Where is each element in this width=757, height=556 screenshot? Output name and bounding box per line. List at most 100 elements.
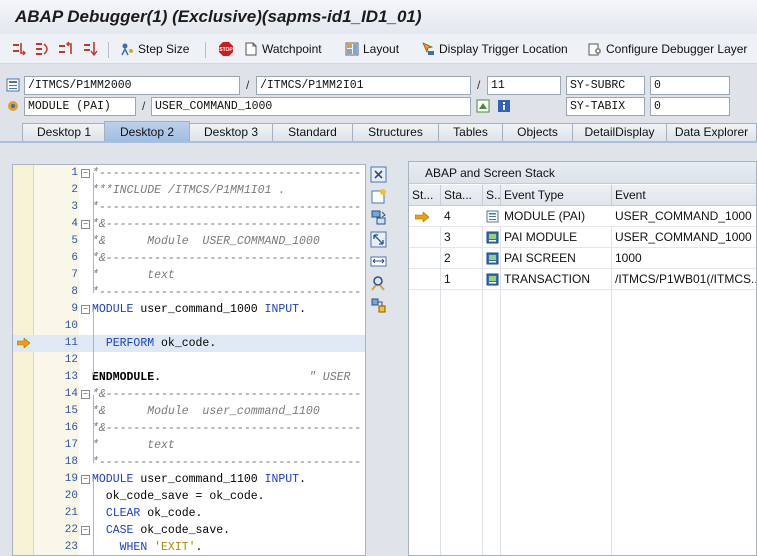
tab-tables[interactable]: Tables [438,123,503,142]
code-line: 19− MODULE user_command_1100 INPUT. [64,473,306,486]
configure-icon [588,43,601,56]
subrc-label-field: SY-SUBRC [566,76,645,95]
tab-objects[interactable]: Objects [502,123,573,142]
tools-icon[interactable] [370,297,387,314]
maximize-icon[interactable] [370,231,387,248]
code-line: 21 CLEAR ok_code. [64,507,203,520]
watchpoint-icon [245,42,257,56]
toolbar: Step Size STOP Watchpoint Layout Display… [0,34,757,64]
column-header-stack-level[interactable]: Sta... [441,185,483,206]
event-name: /ITMCS/P1WB01(/ITMCS... [615,272,757,286]
tab-standard[interactable]: Standard [272,123,353,142]
stack-row[interactable]: 2 PAI SCREEN 1000 [409,248,756,269]
step-return-icon[interactable] [58,41,74,57]
services-icon[interactable] [370,275,387,292]
info-icon[interactable] [497,99,511,113]
event-name: 1000 [615,251,642,265]
code-line: 4− *&------------------------------------… [71,218,362,231]
tab-desktop-3[interactable]: Desktop 3 [189,123,273,142]
fold-guide [93,395,94,463]
event-field[interactable]: USER_COMMAND_1000 [151,97,471,116]
stack-row[interactable]: 1 TRANSACTION /ITMCS/P1WB01(/ITMCS... [409,269,757,290]
fold-toggle-icon[interactable]: − [81,220,90,229]
fold-guide [93,173,94,293]
line-field[interactable]: 11 [487,76,561,95]
code-line: 23 WHEN 'EXIT'. [64,541,203,554]
tab-desktop-1[interactable]: Desktop 1 [22,123,106,142]
display-trigger-location-label: Display Trigger Location [439,42,568,56]
event-icon [8,101,18,111]
navigate-icon[interactable] [476,99,490,113]
separator-slash: / [142,99,146,113]
stack-level: 4 [444,209,451,223]
code-line: 1− *-------------------------------------… [71,167,362,180]
toolbar-separator [108,42,109,58]
fold-toggle-icon[interactable]: − [81,526,90,535]
fold-toggle-icon[interactable]: − [81,169,90,178]
step-size-label: Step Size [138,42,190,56]
module-icon [486,210,499,223]
new-tool-icon[interactable] [370,188,387,205]
code-line: 15 *& Module user_command_1100 [64,405,320,418]
toolbar-separator [205,42,206,58]
tabix-label-field: SY-TABIX [566,97,645,116]
continue-icon[interactable] [83,41,99,57]
event-type: PAI SCREEN [504,251,576,265]
subrc-value-field: 0 [650,76,730,95]
watchpoint-button[interactable]: Watchpoint [244,40,322,58]
trigger-location-icon [422,42,434,55]
tab-structures[interactable]: Structures [352,123,439,142]
configure-debugger-layer-button[interactable]: Configure Debugger Layer [588,40,747,58]
fold-toggle-icon[interactable]: − [81,475,90,484]
tab-detail-display[interactable]: DetailDisplay [572,123,667,142]
column-header-status[interactable]: St... [409,185,441,206]
event-name: USER_COMMAND_1000 [615,230,752,244]
code-line: 8 *-------------------------------------- [71,286,362,299]
column-header-event-type[interactable]: Event Type [501,185,612,206]
step-over-icon[interactable] [35,41,51,57]
column-header-screen[interactable]: S... [483,185,501,206]
include-field[interactable]: /ITMCS/P1MM2I01 [256,76,471,95]
step-into-icon[interactable] [12,41,28,57]
layout-button[interactable]: Layout [345,40,399,58]
code-line: 18 *-------------------------------------… [64,456,362,469]
configure-debugger-layer-label: Configure Debugger Layer [606,42,748,56]
stack-row[interactable]: 3 PAI MODULE USER_COMMAND_1000 [409,227,756,248]
swap-tool-icon[interactable] [370,209,387,226]
program-field[interactable]: /ITMCS/P1MM2000 [24,76,240,95]
event-type-field[interactable]: MODULE (PAI) [24,97,136,116]
window-title: ABAP Debugger(1) (Exclusive)(sapms-id1_I… [15,7,422,26]
tabix-value-field: 0 [650,97,730,116]
tab-data-explorer[interactable]: Data Explorer [666,123,757,142]
layout-label: Layout [363,42,400,56]
event-type: MODULE (PAI) [504,209,586,223]
screen-icon [486,252,499,265]
column-header-event[interactable]: Event [612,185,756,206]
resize-icon[interactable] [370,253,387,270]
fold-toggle-icon[interactable]: − [81,390,90,399]
close-panel-icon[interactable] [370,166,387,183]
current-level-arrow-icon [415,212,429,222]
code-line: 5 *& Module USER_COMMAND_1000 [71,235,320,248]
event-type: TRANSACTION [504,272,591,286]
code-line: 14− *&-----------------------------------… [64,388,362,401]
step-size-icon [121,43,133,56]
screen-icon [486,273,499,286]
stop-icon[interactable]: STOP [218,41,234,57]
code-line: 6 *&------------------------------------- [71,252,362,265]
code-line: 10 [64,320,78,332]
step-size-button[interactable]: Step Size [120,40,189,58]
stack-row[interactable]: 4 MODULE (PAI) USER_COMMAND_1000 [409,206,756,227]
code-line: 16 *&------------------------------------… [64,422,362,435]
code-line: 9− MODULE user_command_1000 INPUT. [71,303,306,316]
title-bar: ABAP Debugger(1) (Exclusive)(sapms-id1_I… [0,0,757,34]
current-code-line: 11 PERFORM ok_code. [13,335,365,352]
fold-toggle-icon[interactable]: − [81,305,90,314]
code-line: 12 [64,354,78,366]
tab-desktop-2[interactable]: Desktop 2 [104,121,190,142]
source-code-editor[interactable]: 1− *-------------------------------------… [12,164,366,556]
editor-tools [368,164,390,313]
svg-text:STOP: STOP [219,47,233,53]
display-trigger-location-button[interactable]: Display Trigger Location [421,40,568,58]
code-line: 22− CASE ok_code_save. [64,524,231,537]
